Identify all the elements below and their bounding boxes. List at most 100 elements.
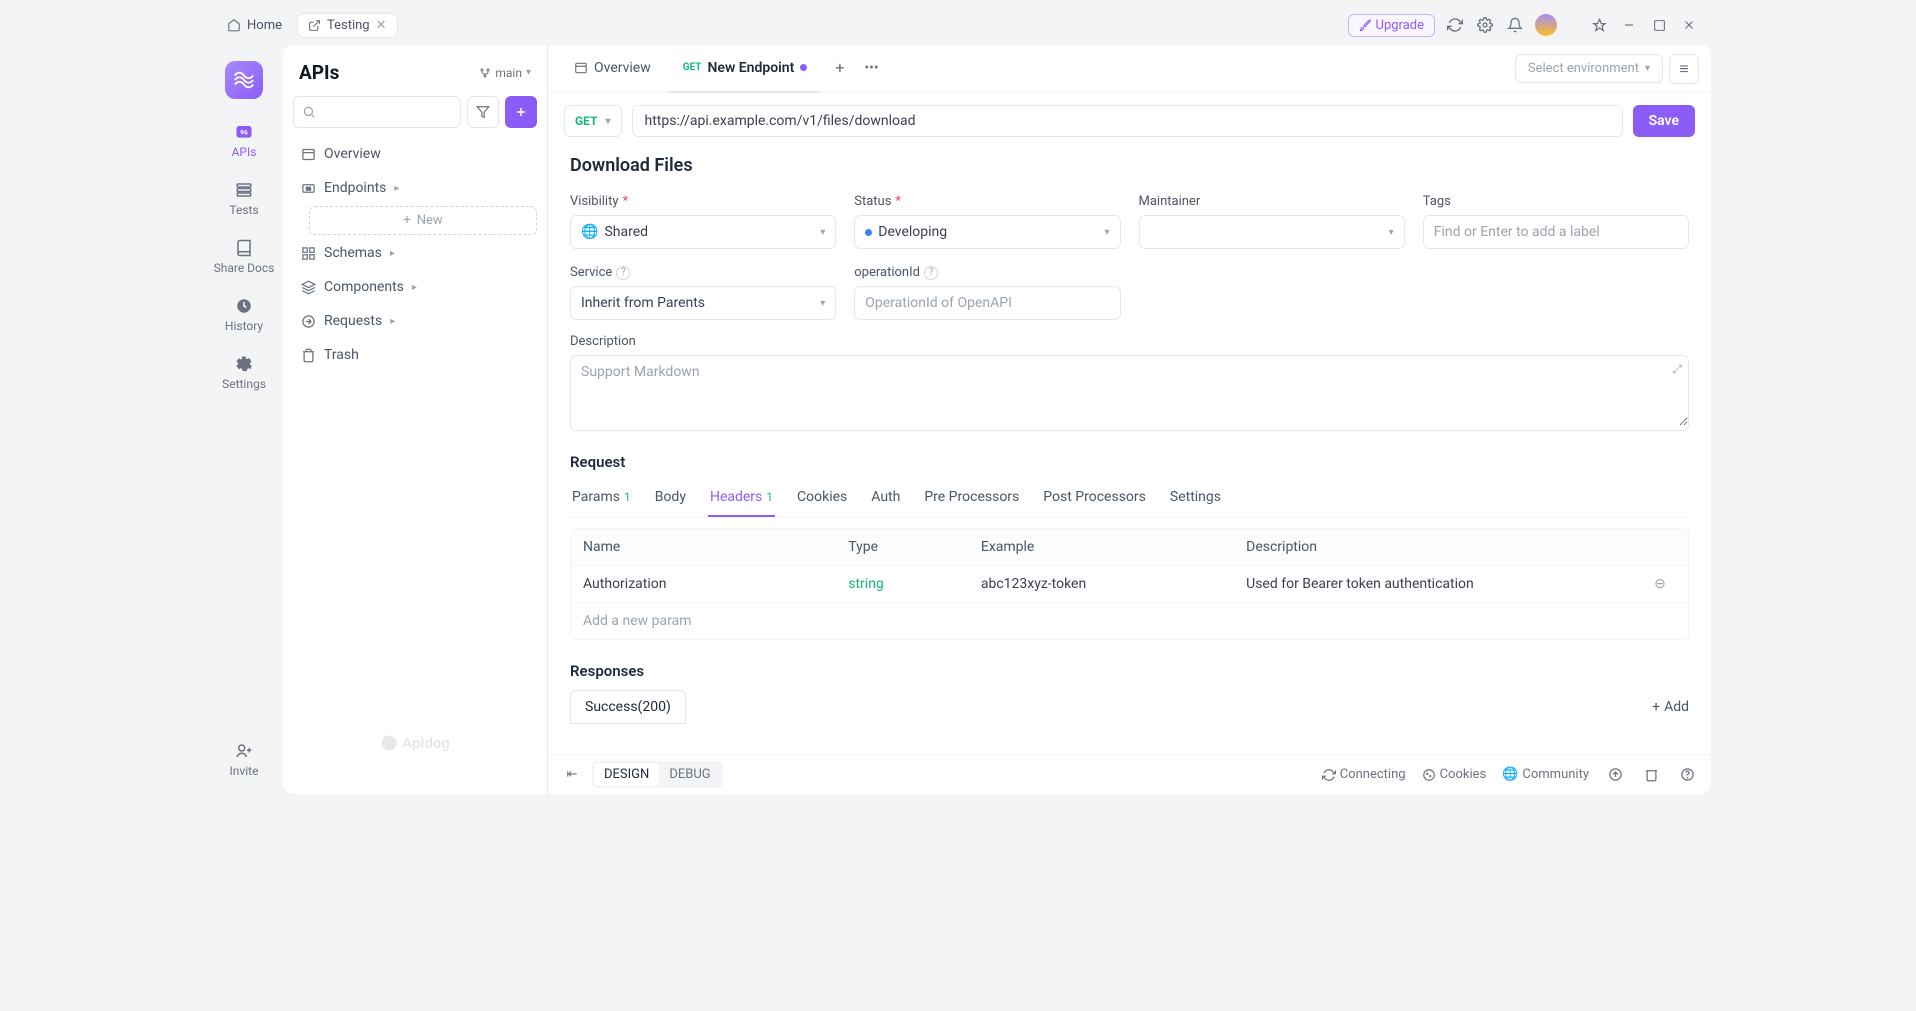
rail-item-tests[interactable]: Tests: [229, 181, 258, 217]
menu-icon: ≡: [1679, 59, 1688, 79]
tree-requests-label: Requests: [324, 313, 382, 329]
trash-icon[interactable]: [1641, 765, 1661, 785]
invite-icon: [235, 742, 253, 760]
workspace-logo[interactable]: [225, 61, 263, 99]
plus-icon: [514, 105, 528, 119]
tree-schemas-label: Schemas: [324, 245, 382, 261]
window-close-icon[interactable]: [1679, 15, 1699, 35]
community-icon: 🌐: [1502, 767, 1518, 782]
doc-tab-more[interactable]: •••: [858, 45, 884, 93]
tree-schemas[interactable]: Schemas ▸: [293, 237, 537, 269]
mode-design[interactable]: DESIGN: [594, 763, 659, 786]
add-button[interactable]: [505, 96, 537, 128]
tree-new-endpoint[interactable]: + New: [309, 206, 537, 235]
table-row[interactable]: Authorization string abc123xyz-token Use…: [571, 565, 1688, 602]
maintainer-select[interactable]: ▾: [1139, 215, 1405, 249]
label-visibility: Visibility*: [570, 194, 836, 209]
service-value: Inherit from Parents: [581, 295, 705, 311]
service-select[interactable]: Inherit from Parents ▾: [570, 286, 836, 320]
rail-item-history[interactable]: History: [225, 297, 263, 333]
tab-testing-label: Testing: [327, 18, 370, 33]
help-icon[interactable]: ?: [924, 266, 938, 280]
footer-community[interactable]: 🌐Community: [1502, 767, 1589, 782]
method-label: GET: [575, 114, 597, 128]
cell-name[interactable]: Authorization: [583, 576, 848, 592]
tree-trash-label: Trash: [324, 347, 359, 363]
cell-description[interactable]: Used for Bearer token authentication: [1246, 576, 1644, 592]
col-example: Example: [981, 539, 1246, 555]
search-input[interactable]: [293, 96, 461, 128]
tab-testing[interactable]: Testing ✕: [298, 14, 397, 37]
rail-item-share[interactable]: Share Docs: [214, 239, 275, 275]
mode-debug[interactable]: DEBUG: [659, 763, 720, 786]
collapse-icon[interactable]: ⇤: [562, 765, 582, 785]
rail-history-label: History: [225, 319, 263, 333]
delete-row-icon[interactable]: ⊖: [1644, 576, 1676, 592]
visibility-value: Shared: [604, 224, 648, 240]
req-tab-headers[interactable]: Headers1: [708, 481, 775, 517]
avatar[interactable]: [1535, 14, 1557, 36]
endpoint-title[interactable]: Download Files: [570, 155, 1689, 176]
req-tab-cookies[interactable]: Cookies: [795, 481, 849, 517]
col-description: Description: [1246, 539, 1644, 555]
operationid-input[interactable]: [854, 286, 1120, 320]
plus-icon: +: [403, 213, 410, 228]
tree-components-label: Components: [324, 279, 404, 295]
req-tab-params[interactable]: Params1: [570, 481, 633, 517]
add-param-row[interactable]: Add a new param: [571, 602, 1688, 639]
bell-icon[interactable]: [1505, 15, 1525, 35]
close-icon[interactable]: ✕: [376, 18, 387, 33]
tree-overview[interactable]: Overview: [293, 138, 537, 170]
maximize-icon[interactable]: [1649, 15, 1669, 35]
status-dot-icon: [865, 229, 872, 236]
add-response-button[interactable]: +Add: [1652, 699, 1689, 715]
refresh-icon[interactable]: [1445, 15, 1465, 35]
pin-icon[interactable]: [1589, 15, 1609, 35]
doc-tab-add[interactable]: +: [825, 45, 854, 93]
method-selector[interactable]: GET ▾: [564, 105, 622, 137]
url-input[interactable]: [632, 105, 1623, 137]
tree-endpoints[interactable]: 96 Endpoints ▸: [293, 172, 537, 204]
upload-icon[interactable]: [1605, 765, 1625, 785]
tree-requests[interactable]: Requests ▸: [293, 305, 537, 337]
chevron-down-icon: ▾: [820, 298, 825, 309]
req-tab-pre[interactable]: Pre Processors: [922, 481, 1021, 517]
rail-item-apis[interactable]: 96 APIs: [232, 121, 257, 159]
doc-tab-overview[interactable]: Overview: [560, 45, 665, 93]
tree-trash[interactable]: Trash: [293, 339, 537, 371]
footer-cookies[interactable]: Cookies: [1422, 767, 1487, 782]
filter-button[interactable]: [467, 96, 499, 128]
status-select[interactable]: Developing ▾: [854, 215, 1120, 249]
req-tab-post[interactable]: Post Processors: [1041, 481, 1148, 517]
footer-connecting[interactable]: Connecting: [1322, 767, 1406, 782]
rail-item-invite[interactable]: Invite: [230, 742, 259, 778]
env-menu-button[interactable]: ≡: [1669, 54, 1699, 84]
cell-example[interactable]: abc123xyz-token: [981, 576, 1246, 592]
tab-home[interactable]: Home: [217, 14, 292, 37]
response-tab-success[interactable]: Success(200): [570, 690, 686, 724]
chevron-down-icon: ▾: [820, 227, 825, 238]
doc-tab-new-endpoint[interactable]: GET New Endpoint: [669, 45, 822, 93]
description-textarea[interactable]: [571, 356, 1688, 426]
chevron-down-icon: ▾: [605, 116, 610, 127]
upgrade-button[interactable]: Upgrade: [1348, 14, 1435, 37]
doc-tab-new-label: New Endpoint: [708, 60, 795, 76]
branch-label: main: [495, 66, 522, 80]
cell-type[interactable]: string: [848, 576, 981, 592]
visibility-select[interactable]: 🌐Shared ▾: [570, 215, 836, 249]
branch-selector[interactable]: main ▾: [479, 66, 531, 80]
rail-item-settings[interactable]: Settings: [222, 355, 266, 391]
save-button[interactable]: Save: [1633, 105, 1695, 137]
tree-components[interactable]: Components ▸: [293, 271, 537, 303]
help-icon[interactable]: [1677, 765, 1697, 785]
req-tab-settings[interactable]: Settings: [1168, 481, 1223, 517]
minimize-icon[interactable]: [1619, 15, 1639, 35]
environment-selector[interactable]: Select environment ▾: [1515, 54, 1663, 83]
gear-icon[interactable]: [1475, 15, 1495, 35]
req-tab-auth[interactable]: Auth: [869, 481, 902, 517]
expand-icon[interactable]: ⤢: [1672, 362, 1682, 377]
tab-home-label: Home: [247, 18, 282, 33]
tags-input[interactable]: [1423, 215, 1689, 249]
help-icon[interactable]: ?: [616, 266, 630, 280]
req-tab-body[interactable]: Body: [653, 481, 688, 517]
